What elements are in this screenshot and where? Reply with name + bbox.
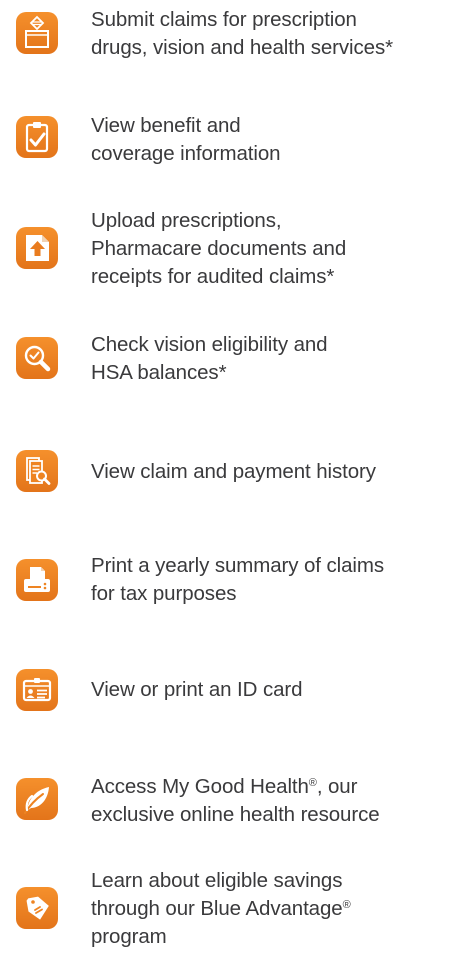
benefits-feature-list: { "accent_color": "#ee8422", "features":…	[0, 0, 474, 961]
upload-document-icon	[16, 227, 58, 269]
feature-line: for tax purposes	[91, 582, 237, 605]
document-search-icon	[16, 450, 58, 492]
feature-line: View or print an ID card	[91, 678, 303, 701]
feature-text: Submit claims for prescription drugs, vi…	[91, 6, 471, 62]
feature-line: receipts for audited claims*	[91, 265, 335, 288]
feature-line: Check vision eligibility and	[91, 333, 328, 356]
feature-line: Pharmacare documents and	[91, 237, 347, 260]
feature-text: Learn about eligible savings through our…	[91, 867, 471, 951]
feature-line: exclusive online health resource	[91, 803, 380, 826]
printer-icon	[16, 559, 58, 601]
feature-line: View benefit and	[91, 114, 241, 137]
registered-mark: ®	[342, 899, 351, 911]
feature-line: Access My Good Health®, our	[91, 775, 358, 798]
feature-text: View benefit and coverage information	[91, 112, 471, 168]
feature-text: View or print an ID card	[91, 676, 471, 704]
leaf-icon	[16, 778, 58, 820]
feature-text: Upload prescriptions, Pharmacare documen…	[91, 207, 471, 291]
feature-line: Print a yearly summary of claims	[91, 554, 384, 577]
feature-line: View claim and payment history	[91, 460, 376, 483]
feature-line: drugs, vision and health services*	[91, 36, 393, 59]
feature-text: Print a yearly summary of claims for tax…	[91, 552, 471, 608]
magnifier-check-icon	[16, 337, 58, 379]
feature-line: HSA balances*	[91, 361, 227, 384]
feature-line: through our Blue Advantage®	[91, 897, 351, 920]
feature-line: coverage information	[91, 142, 281, 165]
feature-line: Submit claims for prescription	[91, 8, 357, 31]
feature-line: Learn about eligible savings	[91, 869, 343, 892]
feature-text: Check vision eligibility and HSA balance…	[91, 331, 471, 387]
registered-mark: ®	[308, 777, 317, 789]
id-card-icon	[16, 669, 58, 711]
feature-text: Access My Good Health®, our exclusive on…	[91, 773, 471, 829]
clipboard-check-icon	[16, 116, 58, 158]
feature-line: program	[91, 925, 167, 948]
price-tag-icon	[16, 887, 58, 929]
envelope-form-icon	[16, 12, 58, 54]
feature-line: Upload prescriptions,	[91, 209, 282, 232]
feature-text: View claim and payment history	[91, 458, 471, 486]
